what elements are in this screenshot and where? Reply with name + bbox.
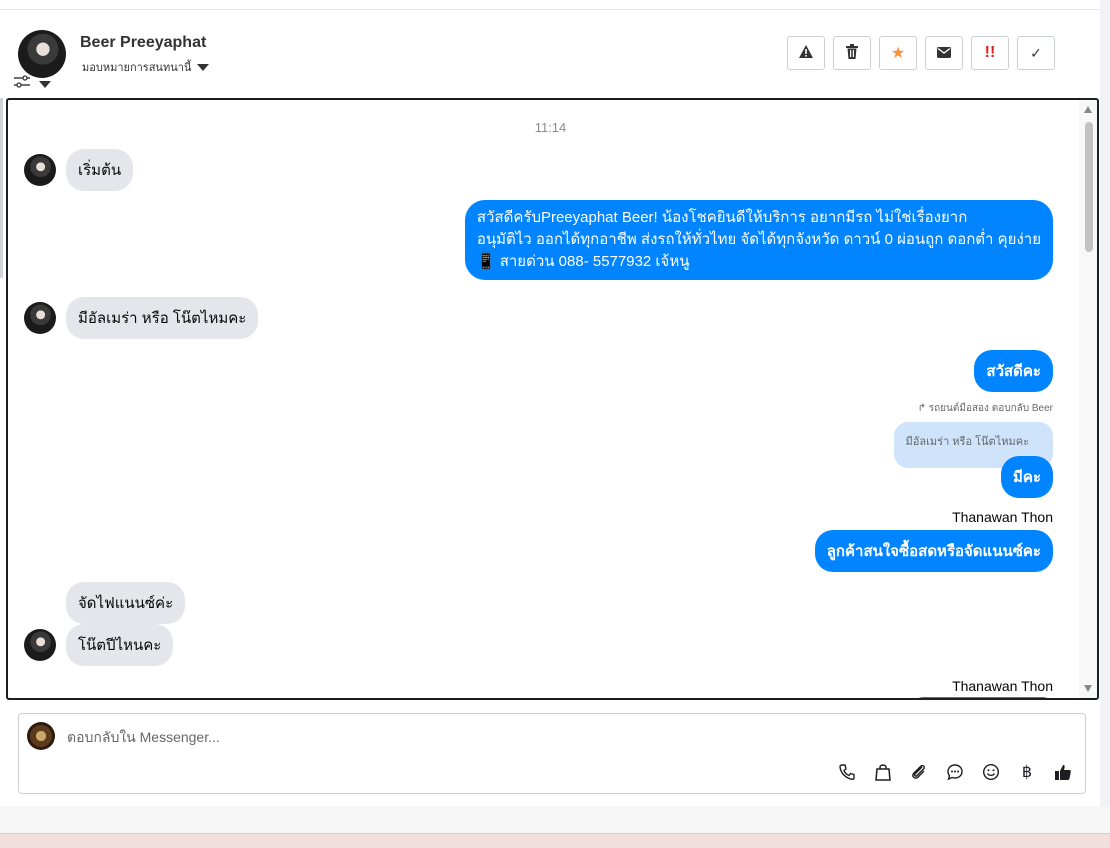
conversation-actions: ★ !! ✓: [787, 36, 1055, 70]
incoming-message-row: เริ่มต้น: [24, 149, 134, 191]
inbox-window: Beer Preeyaphat มอบหมายการสนทนานี้ ★ !! …: [0, 0, 1100, 806]
scrollbar-thumb[interactable]: [1085, 122, 1093, 252]
filter-sliders-icon[interactable]: [14, 75, 30, 89]
incoming-message[interactable]: จัดไฟแนนซ์ค่ะ: [66, 582, 186, 624]
message-line: สวัสดีครับPreeyaphat Beer! น้องโชคยินดีใ…: [476, 209, 968, 226]
scroll-down-arrow-icon[interactable]: [1084, 685, 1092, 692]
taskbar-strip: [0, 833, 1110, 848]
filter-chevron-down-icon[interactable]: [39, 81, 51, 88]
incoming-message-row: มีอัลเมร่า หรือ โน๊ตไหมคะ: [24, 297, 259, 339]
double-exclamation-icon: !!: [984, 44, 996, 61]
message-line: 📱 สายด่วน 088- 5577932 เจ้หนู: [476, 253, 690, 270]
contact-avatar-small[interactable]: [24, 302, 56, 334]
incoming-message[interactable]: มีอัลเมร่า หรือ โน๊ตไหมคะ: [66, 297, 259, 339]
contact-avatar-small[interactable]: [24, 629, 56, 661]
composer-tools: ฿: [837, 762, 1073, 782]
done-button[interactable]: ✓: [1017, 36, 1055, 70]
star-button[interactable]: ★: [879, 36, 917, 70]
page-avatar: [27, 722, 55, 750]
phone-icon[interactable]: [837, 762, 857, 782]
reply-input[interactable]: [65, 722, 769, 752]
incoming-message-row: จัดไฟแนนซ์ค่ะ: [24, 582, 186, 624]
star-icon: ★: [890, 45, 906, 62]
top-strip: [0, 0, 1100, 10]
conversation-header: Beer Preeyaphat มอบหมายการสนทนานี้ ★ !! …: [0, 10, 1100, 98]
shopping-bag-icon[interactable]: [873, 762, 893, 782]
message-timestamp: 11:14: [534, 120, 567, 135]
outgoing-message[interactable]: สวัสดีคะ: [974, 350, 1053, 392]
paperclip-icon[interactable]: [909, 762, 929, 782]
check-icon: ✓: [1030, 44, 1042, 61]
outgoing-message[interactable]: ลูกค้าสนใจซื้อสดหรือจัดแนนซ์คะ: [814, 530, 1053, 572]
assign-label: มอบหมายการสนทนานี้: [82, 62, 192, 74]
contact-avatar-small[interactable]: [24, 154, 56, 186]
outgoing-message[interactable]: มีคะ: [1001, 456, 1053, 498]
reply-composer: ฿: [18, 713, 1086, 794]
contact-name[interactable]: Beer Preeyaphat: [80, 34, 206, 52]
scrollbar[interactable]: [1079, 100, 1097, 698]
envelope-icon: [937, 45, 951, 62]
incoming-message-row: โน๊ตปีไหนคะ: [24, 624, 174, 666]
reply-meta: ↱ รถยนต์มือสอง ตอบกลับ Beer: [917, 403, 1053, 414]
contact-avatar[interactable]: [18, 30, 66, 78]
message-thread[interactable]: 11:14 เริ่มต้น สวัสดีครับPreeyaphat Beer…: [6, 98, 1099, 700]
assign-conversation-dropdown[interactable]: มอบหมายการสนทนานี้: [82, 58, 210, 76]
sender-name: Thanawan Thon: [952, 678, 1053, 694]
baht-icon[interactable]: ฿: [1017, 762, 1037, 782]
sender-name: Thanawan Thon: [952, 509, 1053, 525]
thumbs-up-icon[interactable]: [1053, 762, 1073, 782]
chevron-down-icon: [197, 63, 210, 71]
incoming-message[interactable]: โน๊ตปีไหนคะ: [66, 624, 174, 666]
message-line: อนุมัติไว ออกได้ทุกอาชีพ ส่งรถให้ทั่วไทย…: [476, 231, 1041, 248]
warning-icon: [798, 44, 814, 63]
outgoing-message[interactable]: สวัสดีครับPreeyaphat Beer! น้องโชคยินดีใ…: [464, 200, 1053, 280]
spam-button[interactable]: [787, 36, 825, 70]
outgoing-message-partial[interactable]: [913, 697, 1053, 698]
scroll-up-arrow-icon[interactable]: [1084, 106, 1092, 113]
emoji-icon[interactable]: [981, 762, 1001, 782]
incoming-message[interactable]: เริ่มต้น: [66, 149, 134, 191]
chat-bubble-icon[interactable]: [945, 762, 965, 782]
trash-icon: [845, 43, 859, 63]
priority-button[interactable]: !!: [971, 36, 1009, 70]
mark-unread-button[interactable]: [925, 36, 963, 70]
left-rail: [0, 98, 3, 278]
delete-button[interactable]: [833, 36, 871, 70]
